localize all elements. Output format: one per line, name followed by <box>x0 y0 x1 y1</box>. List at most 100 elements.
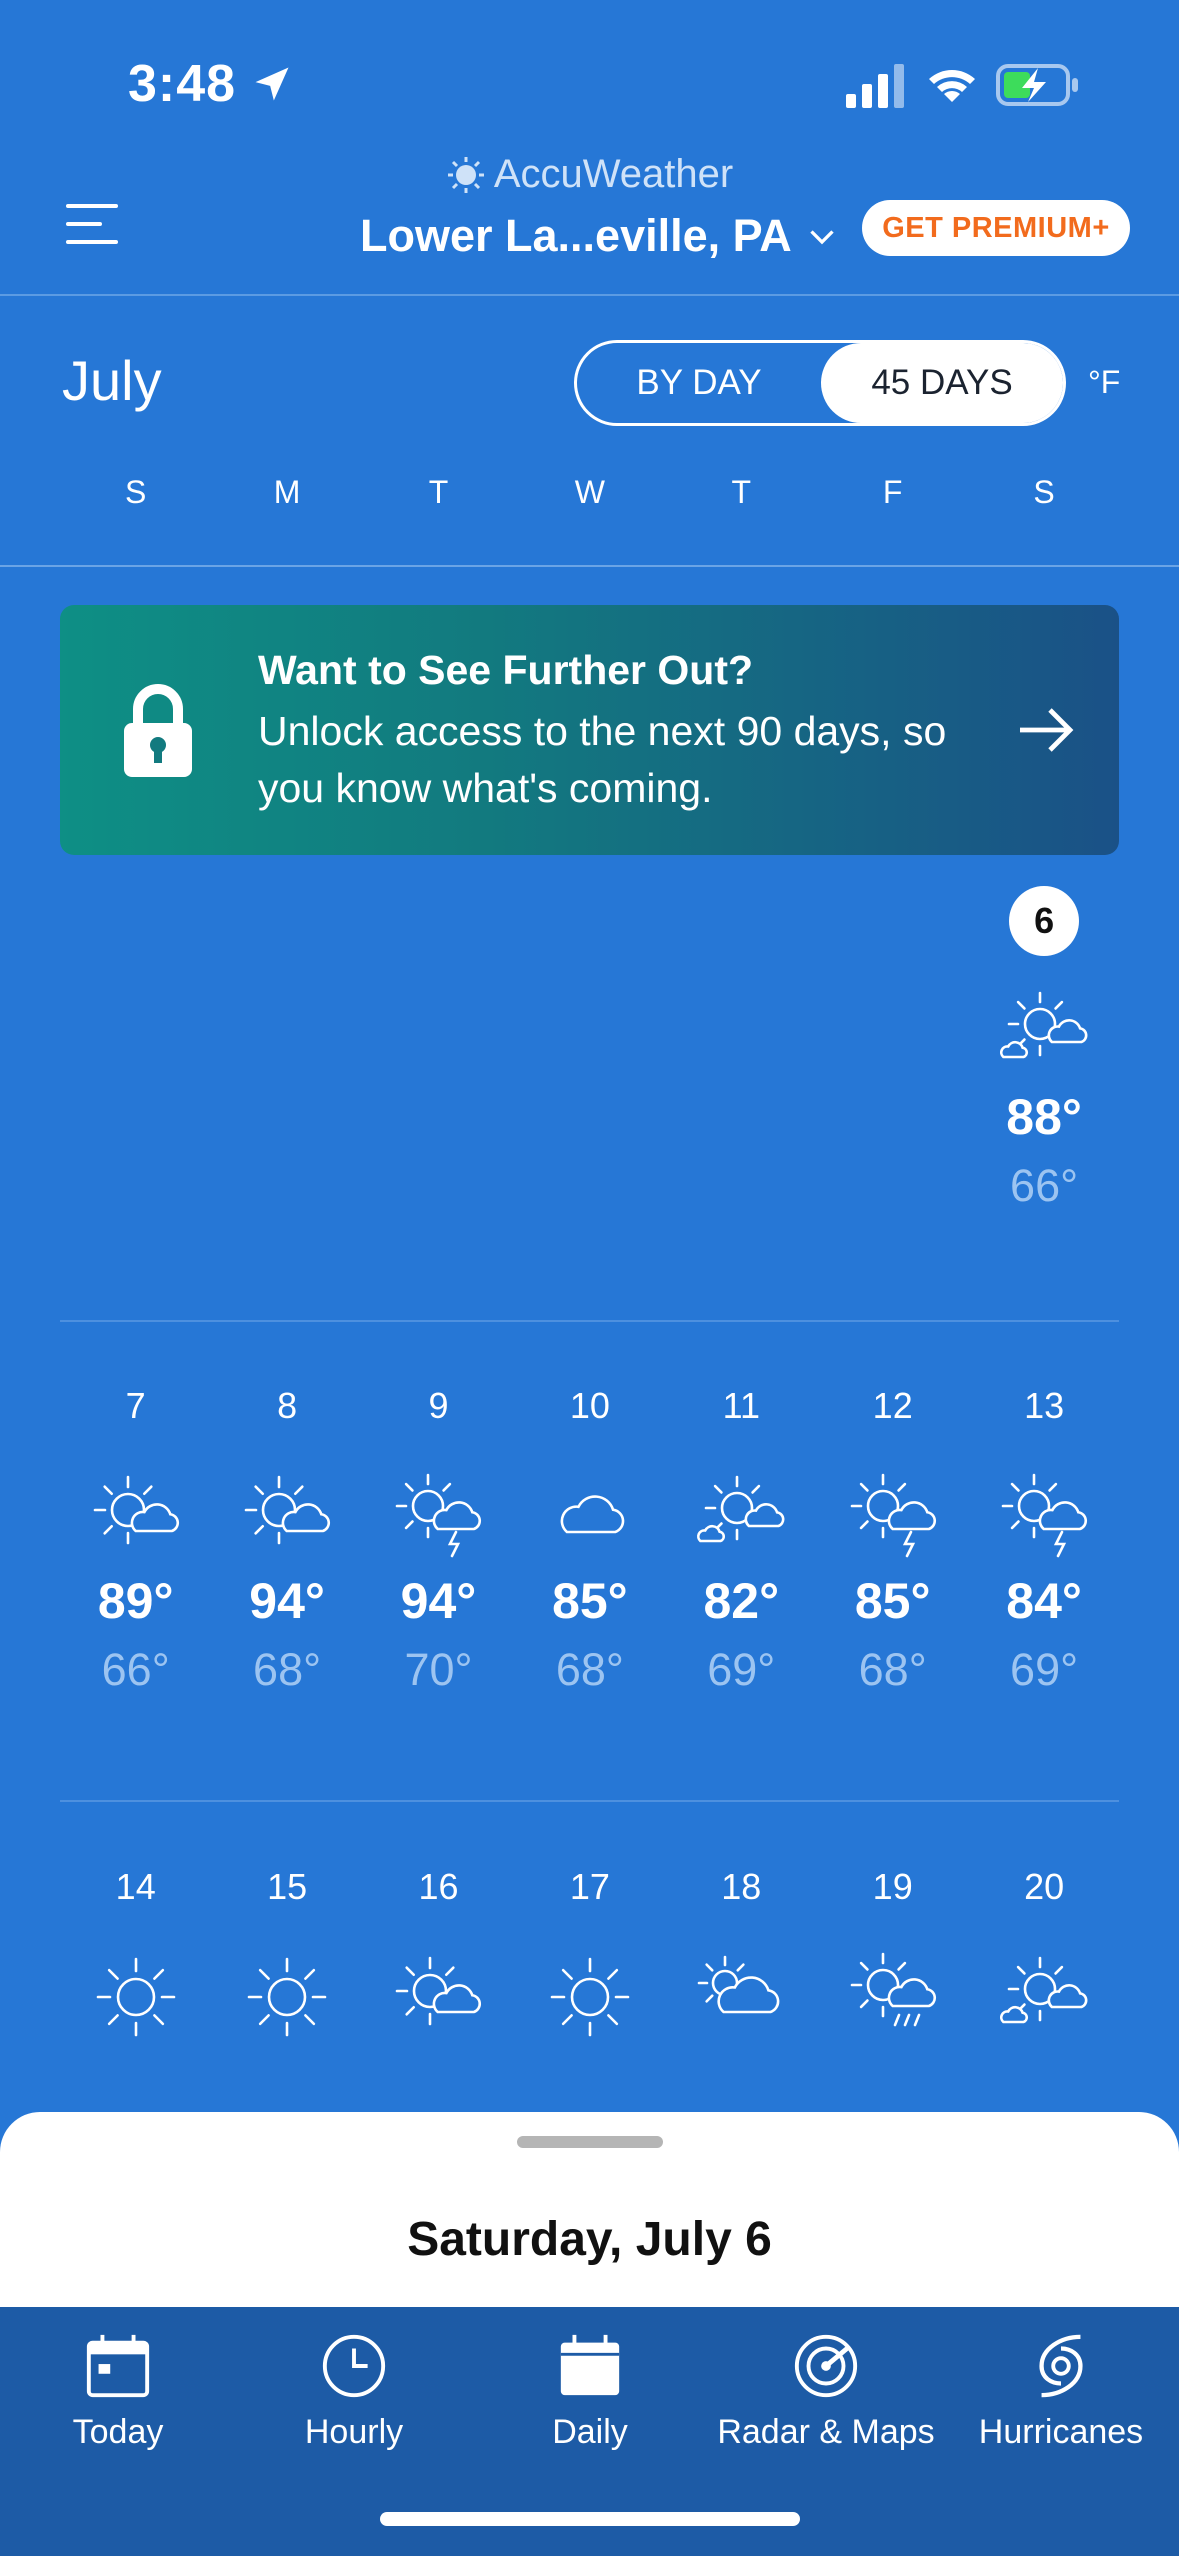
day-number: 14 <box>115 1866 156 1907</box>
weekday-label: W <box>574 474 605 510</box>
calendar-day[interactable]: 14 <box>60 1857 211 2047</box>
location-arrow-icon <box>255 67 289 101</box>
tab-label: Hourly <box>304 2413 404 2451</box>
day-number: 12 <box>872 1385 913 1426</box>
tab-label: Hurricanes <box>978 2413 1144 2451</box>
calendar-day[interactable]: 13 84° 69° <box>968 1376 1119 1696</box>
weekday-label: S <box>1033 474 1055 510</box>
calendar-day[interactable]: 12 85° 68° <box>817 1376 968 1696</box>
tab-label: Radar & Maps <box>717 2413 935 2451</box>
calendar-day[interactable]: 11 82° 69° <box>666 1376 817 1696</box>
month-title: July <box>62 349 162 412</box>
day-number: 15 <box>267 1866 308 1907</box>
tab-today[interactable]: Today <box>0 2331 236 2452</box>
sun-thunderstorm-icon <box>850 1473 936 1558</box>
promo-title: Want to See Further Out? <box>258 647 754 693</box>
tab-hurricanes[interactable]: Hurricanes <box>943 2331 1179 2452</box>
high-temp: 94° <box>249 1573 325 1629</box>
sunny-icon <box>96 1957 175 2037</box>
weekday-label: T <box>731 474 752 510</box>
promo-body: Unlock access to the next 90 days, so yo… <box>258 708 947 811</box>
low-temp: 68° <box>858 1644 927 1695</box>
sheet-grabber[interactable] <box>517 2136 663 2148</box>
cloudy-icon <box>560 1495 625 1534</box>
sunny-icon <box>550 1957 630 2037</box>
day-number: 9 <box>428 1385 449 1426</box>
brand-name: AccuWeather <box>493 152 734 196</box>
calendar-daily-icon <box>560 2334 620 2396</box>
week-divider <box>60 1800 1119 1802</box>
low-temp: 66° <box>1010 1160 1079 1211</box>
day-number: 13 <box>1024 1385 1065 1426</box>
partly-sunny-icon <box>244 1475 331 1545</box>
weekday-label: T <box>428 474 449 510</box>
tab-label: Daily <box>552 2413 628 2451</box>
weekday-divider <box>0 565 1179 567</box>
day-number: 16 <box>418 1866 459 1907</box>
low-temp: 66° <box>101 1644 170 1695</box>
calendar-day[interactable]: 10 85° 68° <box>514 1376 665 1696</box>
low-temp: 68° <box>555 1644 624 1695</box>
calendar-day[interactable]: 8 94° 68° <box>211 1376 362 1696</box>
calendar-day[interactable]: 9 94° 70° <box>363 1376 514 1696</box>
arrow-right-icon[interactable] <box>1016 705 1076 755</box>
low-temp: 69° <box>707 1644 776 1695</box>
status-time: 3:48 <box>128 55 237 113</box>
sun-thunderstorm-icon <box>396 1473 482 1558</box>
hurricane-icon <box>1039 2334 1083 2398</box>
by-day-button[interactable]: BY DAY <box>577 343 821 423</box>
high-temp: 89° <box>97 1573 174 1629</box>
selected-day-title: Saturday, July 6 <box>407 2213 772 2266</box>
day-detail-sheet[interactable]: Saturday, July 6 <box>0 2112 1179 2312</box>
calendar-day[interactable]: 16 <box>363 1857 514 2047</box>
location-selector[interactable]: Lower La...eville, PA <box>360 210 840 262</box>
day-number: 11 <box>722 1385 760 1426</box>
day-number: 20 <box>1024 1866 1065 1907</box>
accuweather-sun-icon <box>447 156 484 193</box>
sun-showers-icon <box>850 1952 936 2027</box>
day-number: 18 <box>721 1866 762 1907</box>
calendar-day[interactable]: 6 88° 66° <box>968 886 1119 1212</box>
radar-icon <box>794 2334 858 2398</box>
weekday-label: M <box>273 474 301 510</box>
calendar-day[interactable]: 15 <box>211 1857 362 2047</box>
battery-charging-icon <box>996 64 1078 106</box>
tab-daily[interactable]: Daily <box>472 2331 708 2452</box>
calendar-day[interactable]: 17 <box>514 1857 665 2047</box>
high-temp: 82° <box>703 1573 780 1629</box>
tab-label: Today <box>72 2413 164 2451</box>
low-temp: 70° <box>404 1644 473 1695</box>
upgrade-promo-banner[interactable]: Want to See Further Out? Unlock access t… <box>60 605 1119 855</box>
high-temp: 84° <box>1006 1573 1082 1629</box>
calendar-today-icon <box>86 2334 150 2398</box>
weekday-label: S <box>125 474 147 510</box>
header-divider <box>0 294 1179 296</box>
temperature-unit[interactable]: °F <box>1088 364 1120 401</box>
partly-sunny-clouds-icon <box>1000 1956 1088 2024</box>
day-number: 19 <box>872 1866 913 1907</box>
get-premium-button[interactable]: GET PREMIUM+ <box>862 200 1130 256</box>
partly-sunny-icon <box>396 1956 482 2026</box>
sunny-icon <box>247 1957 327 2037</box>
partly-sunny-icon <box>93 1475 179 1545</box>
tab-radar-maps[interactable]: Radar & Maps <box>708 2331 944 2452</box>
high-temp: 88° <box>1006 1089 1082 1145</box>
partly-sunny-clouds-icon <box>697 1475 785 1543</box>
partly-sunny-clouds-icon <box>1000 991 1088 1059</box>
calendar-day[interactable]: 7 89° 66° <box>60 1376 211 1696</box>
high-temp: 85° <box>854 1573 931 1629</box>
home-indicator <box>380 2512 800 2526</box>
tab-hourly[interactable]: Hourly <box>236 2331 472 2452</box>
calendar-day[interactable]: 20 <box>968 1857 1119 2047</box>
45-days-button[interactable]: 45 DAYS <box>821 343 1063 423</box>
wifi-icon <box>929 70 975 102</box>
calendar-day[interactable]: 19 <box>817 1857 968 2047</box>
cellular-signal-icon <box>846 64 904 108</box>
low-temp: 69° <box>1010 1644 1079 1695</box>
calendar-day[interactable]: 18 <box>666 1857 817 2047</box>
day-number: 7 <box>125 1385 146 1426</box>
mostly-cloudy-icon <box>697 1955 780 2014</box>
chevron-down-icon <box>810 230 834 245</box>
menu-icon[interactable] <box>66 204 118 244</box>
high-temp: 85° <box>552 1573 628 1629</box>
